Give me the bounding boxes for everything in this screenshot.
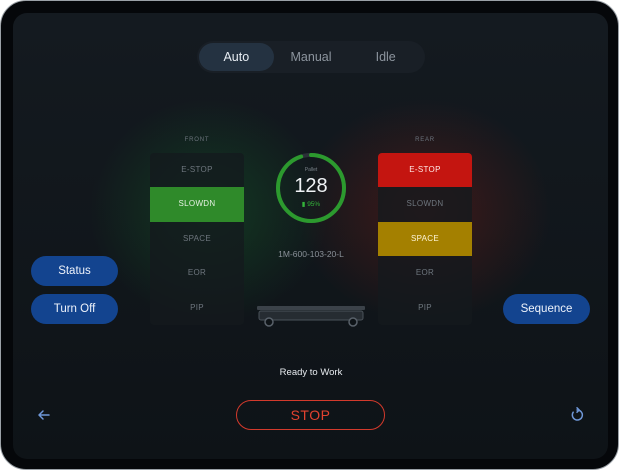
front-zone-column: E-STOP SLOWDN SPACE EOR PIP [150, 153, 244, 325]
rear-zone-estop: E-STOP [378, 153, 472, 188]
rear-label: REAR [415, 137, 435, 143]
mode-selector: Auto Manual Idle [197, 41, 425, 73]
control-screen: Auto Manual Idle FRONT E-STOP SLOWDN SPA… [13, 13, 608, 459]
rear-zone-column: E-STOP SLOWDN SPACE EOR PIP [378, 153, 472, 325]
mode-idle[interactable]: Idle [348, 43, 423, 71]
front-label: FRONT [184, 137, 210, 143]
pallet-count: 128 [294, 175, 328, 197]
stop-button[interactable]: STOP [236, 400, 385, 430]
mode-manual[interactable]: Manual [274, 43, 349, 71]
front-zone-eor: EOR [187, 268, 207, 278]
battery-percent: 95% [307, 201, 321, 208]
front-zone-pip: PIP [190, 302, 204, 312]
rear-zone-eor: EOR [415, 268, 435, 278]
mode-auto[interactable]: Auto [199, 43, 274, 71]
front-zone-estop: E-STOP [181, 165, 213, 174]
status-button[interactable]: Status [31, 256, 118, 286]
rear-zone-slowdn: SLOWDN [406, 199, 444, 209]
shuttle-vehicle-icon [257, 306, 365, 327]
arrow-left-icon[interactable] [35, 406, 53, 424]
front-zone-slowdn: SLOWDN [150, 187, 244, 222]
rear-zone-space: SPACE [378, 221, 472, 257]
rear-zone-pip: PIP [418, 302, 432, 312]
sequence-button[interactable]: Sequence [503, 294, 590, 324]
refresh-icon[interactable] [568, 406, 586, 424]
tablet-frame: Auto Manual Idle FRONT E-STOP SLOWDN SPA… [0, 0, 619, 470]
turn-off-button[interactable]: Turn Off [31, 294, 118, 324]
status-message: Ready to Work [279, 367, 343, 378]
front-zone-space: SPACE [182, 233, 212, 243]
vehicle-id: 1M-600-103-20-L [278, 249, 344, 259]
gauge-label: Pallet [304, 167, 318, 173]
battery-icon: ▮ [301, 201, 306, 208]
battery-readout: ▮ 95% [274, 200, 348, 208]
